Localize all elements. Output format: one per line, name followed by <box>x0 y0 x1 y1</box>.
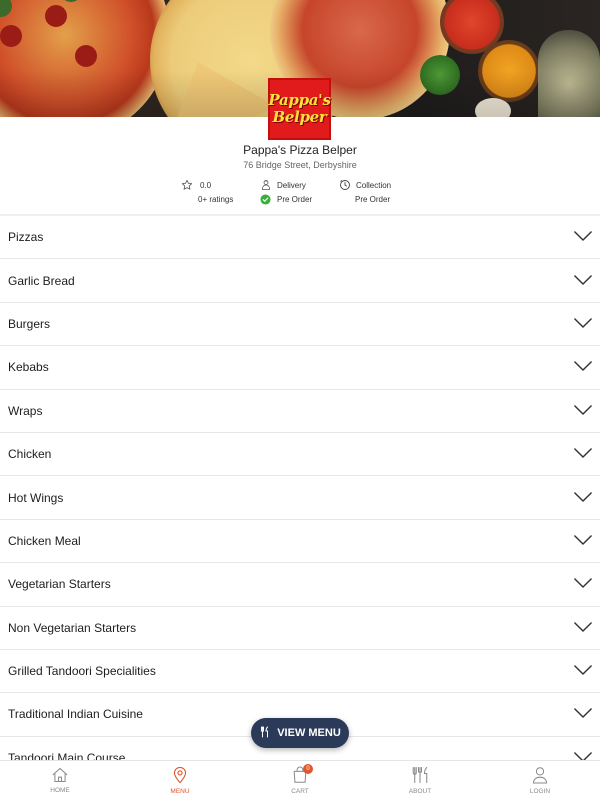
user-icon <box>532 766 548 786</box>
nav-login[interactable]: LOGIN <box>480 761 600 800</box>
category-label: Chicken <box>8 447 52 462</box>
category-row[interactable]: Hot Wings <box>0 476 600 520</box>
nav-cart-label: CART <box>291 788 309 795</box>
chevron-down-icon[interactable] <box>574 358 592 376</box>
chevron-down-icon[interactable] <box>574 315 592 333</box>
collection-info: Collection Pre Order <box>339 178 391 210</box>
category-label: Pizzas <box>8 230 44 245</box>
chevron-down-icon[interactable] <box>574 532 592 550</box>
category-label: Garlic Bread <box>8 273 75 288</box>
delivery-person-icon <box>260 179 277 191</box>
category-row[interactable]: Chicken Meal <box>0 519 600 564</box>
category-row[interactable]: Garlic Bread <box>0 259 600 303</box>
logo-line-1: Pappa's <box>268 91 331 109</box>
chevron-down-icon[interactable] <box>574 402 592 420</box>
category-row[interactable]: Kebabs <box>0 346 600 390</box>
delivery-label: Delivery <box>277 180 306 190</box>
restaurant-logo: Pappa's Belper <box>268 78 331 140</box>
restaurant-address: 76 Bridge Street, Derbyshire <box>243 160 357 170</box>
category-row[interactable]: Wraps <box>0 389 600 433</box>
category-row[interactable]: Grilled Tandoori Specialities <box>0 649 600 694</box>
home-icon <box>51 767 69 785</box>
logo-line-2: Belper <box>272 108 327 126</box>
chevron-down-icon[interactable] <box>574 662 592 680</box>
nav-menu-label: MENU <box>170 788 190 795</box>
chevron-down-icon[interactable] <box>574 619 592 637</box>
category-label: Hot Wings <box>8 490 64 505</box>
category-label: Chicken Meal <box>8 533 81 548</box>
category-label: Vegetarian Starters <box>8 577 111 592</box>
nav-menu[interactable]: MENU <box>120 761 240 800</box>
category-label: Traditional Indian Cuisine <box>8 707 143 722</box>
check-circle-icon <box>260 193 277 205</box>
view-menu-label: VIEW MENU <box>277 727 341 739</box>
delivery-status: Pre Order <box>277 194 313 204</box>
chevron-down-icon[interactable] <box>574 228 592 246</box>
category-list: Pizzas Garlic Bread Burgers Kebabs Wraps Chic… <box>0 216 600 781</box>
clock-icon <box>339 179 356 191</box>
chevron-down-icon[interactable] <box>574 272 592 290</box>
chevron-down-icon[interactable] <box>574 705 592 723</box>
star-icon <box>181 179 197 191</box>
category-row[interactable]: Non Vegetarian Starters <box>0 606 600 650</box>
category-label: Burgers <box>8 316 51 331</box>
rating-value: 0.0 <box>200 180 212 190</box>
category-label: Non Vegetarian Starters <box>8 620 137 635</box>
cart-count-badge: 0 <box>303 764 313 774</box>
collection-status: Pre Order <box>355 194 391 204</box>
nav-login-label: LOGIN <box>529 788 551 795</box>
location-pin-icon <box>173 766 187 786</box>
category-label: Wraps <box>8 403 43 418</box>
bottom-navigation: HOME MENU 0 CART ABOUT LOGIN <box>0 760 600 800</box>
chevron-down-icon[interactable] <box>574 489 592 507</box>
category-label: Kebabs <box>8 360 49 375</box>
category-row[interactable]: Burgers <box>0 302 600 347</box>
rating-info: 0.0 0+ ratings <box>181 178 233 210</box>
cutlery-icon <box>259 726 271 741</box>
collection-label: Collection <box>356 180 392 190</box>
nav-home-label: HOME <box>50 787 70 794</box>
nav-about[interactable]: ABOUT <box>360 761 480 800</box>
category-row[interactable]: Chicken <box>0 432 600 477</box>
nav-home[interactable]: HOME <box>0 761 120 800</box>
restaurant-name: Pappa's Pizza Belper <box>243 143 357 157</box>
view-menu-button[interactable]: VIEW MENU <box>251 718 349 748</box>
chevron-down-icon[interactable] <box>574 445 592 463</box>
nav-cart[interactable]: 0 CART <box>240 761 360 800</box>
cutlery-icon <box>410 766 430 786</box>
ratings-count: 0+ ratings <box>198 194 234 204</box>
category-row[interactable]: Pizzas <box>0 216 600 260</box>
category-row[interactable]: Vegetarian Starters <box>0 563 600 607</box>
delivery-info: Delivery Pre Order <box>260 178 312 210</box>
nav-about-label: ABOUT <box>408 788 432 795</box>
chevron-down-icon[interactable] <box>574 575 592 593</box>
category-label: Grilled Tandoori Specialities <box>8 664 156 679</box>
